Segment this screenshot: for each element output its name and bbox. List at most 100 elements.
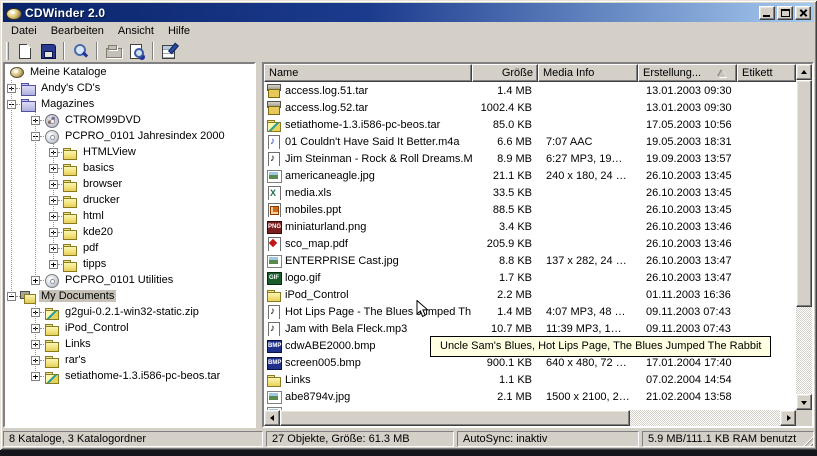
title-bar[interactable]: CDWinder 2.0 (3, 3, 814, 22)
tree-item-basics[interactable]: basics (5, 160, 254, 176)
vertical-scroll-thumb[interactable] (796, 80, 812, 307)
file-list-panel: NameGrößeMedia InfoErstellung...Etikett … (262, 62, 814, 428)
file-row-jim-steinman-rock-roll-dreams-mp3[interactable]: Jim Steinman - Rock & Roll Dreams.MP3 8.… (264, 150, 796, 167)
file-name: access.log.51.tar (285, 85, 368, 97)
file-created: 13.01.2003 09:30 (638, 85, 737, 97)
catalog-icon (9, 65, 25, 80)
save-catalog-button[interactable] (36, 40, 59, 62)
file-created: 21.02.2004 13:58 (638, 391, 737, 403)
scroll-right-button[interactable] (780, 410, 796, 426)
file-row-setiathome-1-3-i586-pc-beos-tar[interactable]: setiathome-1.3.i586-pc-beos.tar 85.0 KB … (264, 116, 796, 133)
file-created: 17.01.2004 17:40 (638, 357, 737, 369)
menu-ansicht[interactable]: Ansicht (111, 24, 161, 38)
tree-item-magazines[interactable]: Magazines (5, 96, 254, 112)
properties-form-icon (161, 43, 178, 59)
tree-item-my-documents[interactable]: My Documents (5, 288, 254, 304)
file-name: setiathome-1.3.i586-pc-beos.tar (285, 119, 440, 131)
properties-button[interactable] (158, 40, 181, 62)
column-header-media-info[interactable]: Media Info (538, 64, 638, 82)
tree-item-pcpro-0101-jahresindex-2000[interactable]: PCPRO_0101 Jahresindex 2000 (5, 128, 254, 144)
tree-guide-line (11, 80, 12, 296)
file-row-media-xls[interactable]: media.xls 33.5 KB 26.10.2003 13:45 (264, 184, 796, 201)
resize-grip-icon[interactable] (801, 434, 813, 446)
menu-bearbeiten[interactable]: Bearbeiten (44, 24, 111, 38)
search-button[interactable] (69, 40, 92, 62)
status-autosync-status: AutoSync: inaktiv (457, 431, 639, 447)
file-created: 19.09.2003 13:57 (638, 153, 737, 165)
close-button[interactable] (795, 6, 811, 20)
file-row-jam-with-bela-fleck-mp3[interactable]: Jam with Bela Fleck.mp3 10.7 MB 11:39 MP… (264, 320, 796, 337)
column-header-gr-e[interactable]: Größe (472, 64, 538, 82)
zip-folder-icon (44, 305, 60, 320)
file-row-01-couldn-t-have-said-it-better-m4a[interactable]: 01 Couldn't Have Said It Better.m4a 6.6 … (264, 133, 796, 150)
tree-item-htmlview[interactable]: HTMLView (5, 144, 254, 160)
file-row-links[interactable]: Links 1.1 KB 07.02.2004 14:54 (264, 371, 796, 388)
tree-item-g2gui-0-2-1-win32-static-zip[interactable]: g2gui-0.2.1-win32-static.zip (5, 304, 254, 320)
file-row-access-log-52-tar[interactable]: access.log.52.tar 1002.4 KB 13.01.2003 0… (264, 99, 796, 116)
preview-button[interactable] (125, 40, 148, 62)
folder-icon (62, 241, 78, 256)
file-row-logo-gif[interactable]: logo.gif 1.7 KB 26.10.2003 13:47 (264, 269, 796, 286)
column-header-erstellung[interactable]: Erstellung... (638, 64, 737, 82)
menu-datei[interactable]: Datei (4, 24, 44, 38)
tree-item-meine-kataloge[interactable]: Meine Kataloge (5, 64, 254, 80)
tree-item-ipod-control[interactable]: iPod_Control (5, 320, 254, 336)
file-row-mobiles-ppt[interactable]: mobiles.ppt 88.5 KB 26.10.2003 13:45 (264, 201, 796, 218)
file-row-sco-map-pdf[interactable]: sco_map.pdf 205.9 KB 26.10.2003 13:46 (264, 235, 796, 252)
new-catalog-button[interactable] (13, 40, 36, 62)
toolbar-grip[interactable] (6, 42, 9, 60)
minimize-button[interactable] (759, 6, 775, 20)
tar-archive-icon (266, 100, 282, 115)
file-media-info: 7:07 AAC (538, 136, 638, 148)
horizontal-scrollbar[interactable] (264, 410, 796, 426)
menu-bar: DateiBearbeitenAnsichtHilfe (3, 22, 814, 39)
file-row-access-log-51-tar[interactable]: access.log.51.tar 1.4 MB 13.01.2003 09:3… (264, 82, 796, 99)
menu-hilfe[interactable]: Hilfe (161, 24, 197, 38)
file-row-ipod-control[interactable]: iPod_Control 2.2 MB 01.11.2003 16:36 (264, 286, 796, 303)
tree-item-drucker[interactable]: drucker (5, 192, 254, 208)
file-size: 33.5 KB (472, 187, 538, 199)
tar-archive-icon (266, 83, 282, 98)
scroll-left-button[interactable] (264, 410, 280, 426)
file-created: 26.10.2003 13:45 (638, 204, 737, 216)
file-row-hot-lips-page-the-blues-jumped-th[interactable]: Hot Lips Page - The Blues Jumped Th… 1.4… (264, 303, 796, 320)
column-header-name[interactable]: Name (264, 64, 472, 82)
file-name: americaneagle.jpg (285, 170, 375, 182)
folder-icon (62, 209, 78, 224)
file-name: media.xls (285, 187, 331, 199)
scroll-down-button[interactable] (796, 394, 812, 410)
tree-item-setiathome-1-3-i586-pc-beos-tar[interactable]: setiathome-1.3.i586-pc-beos.tar (5, 368, 254, 384)
file-name: screen005.bmp (285, 357, 361, 369)
tree-item-tipps[interactable]: tipps (5, 256, 254, 272)
file-row-abe8794v-jpg[interactable]: abe8794v.jpg 2.1 MB 1500 x 2100, 2… 21.0… (264, 388, 796, 405)
tree-item-pcpro-0101-utilities[interactable]: PCPRO_0101 Utilities (5, 272, 254, 288)
tree-item-pdf[interactable]: pdf (5, 240, 254, 256)
tree-item-kde20[interactable]: kde20 (5, 224, 254, 240)
new-document-icon (16, 43, 33, 59)
tree-item-browser[interactable]: browser (5, 176, 254, 192)
file-created: 26.10.2003 13:47 (638, 255, 737, 267)
file-name: iPod_Control (285, 289, 349, 301)
column-header-etikett[interactable]: Etikett (737, 64, 796, 82)
file-row-americaneagle-jpg[interactable]: americaneagle.jpg 21.1 KB 240 x 180, 24 … (264, 167, 796, 184)
file-created: 26.10.2003 13:46 (638, 238, 737, 250)
tree-guide-line (35, 112, 36, 280)
gif-icon (266, 270, 282, 285)
toolbar-separator (96, 42, 98, 60)
tree-item-andy-s-cd-s[interactable]: Andy's CD's (5, 80, 254, 96)
tree-item-links[interactable]: Links (5, 336, 254, 352)
tree-item-ctrom99dvd[interactable]: CTROM99DVD (5, 112, 254, 128)
tree-item-html[interactable]: html (5, 208, 254, 224)
vertical-scrollbar[interactable] (796, 64, 812, 410)
file-row-miniaturland-png[interactable]: miniaturland.png 3.4 KB 26.10.2003 13:46 (264, 218, 796, 235)
file-row-enterprise-cast-jpg[interactable]: ENTERPRISE Cast.jpg 8.8 KB 137 x 282, 24… (264, 252, 796, 269)
maximize-button[interactable] (777, 6, 793, 20)
maximize-icon (781, 9, 790, 17)
tree-item-rar-s[interactable]: rar's (5, 352, 254, 368)
horizontal-scroll-thumb[interactable] (280, 410, 630, 426)
file-name: access.log.52.tar (285, 102, 368, 114)
file-name: logo.gif (285, 272, 320, 284)
scroll-up-button[interactable] (796, 64, 812, 80)
dvd-disc-icon (44, 113, 60, 128)
status-object-count: 27 Objekte, Größe: 61.3 MB (266, 431, 454, 447)
